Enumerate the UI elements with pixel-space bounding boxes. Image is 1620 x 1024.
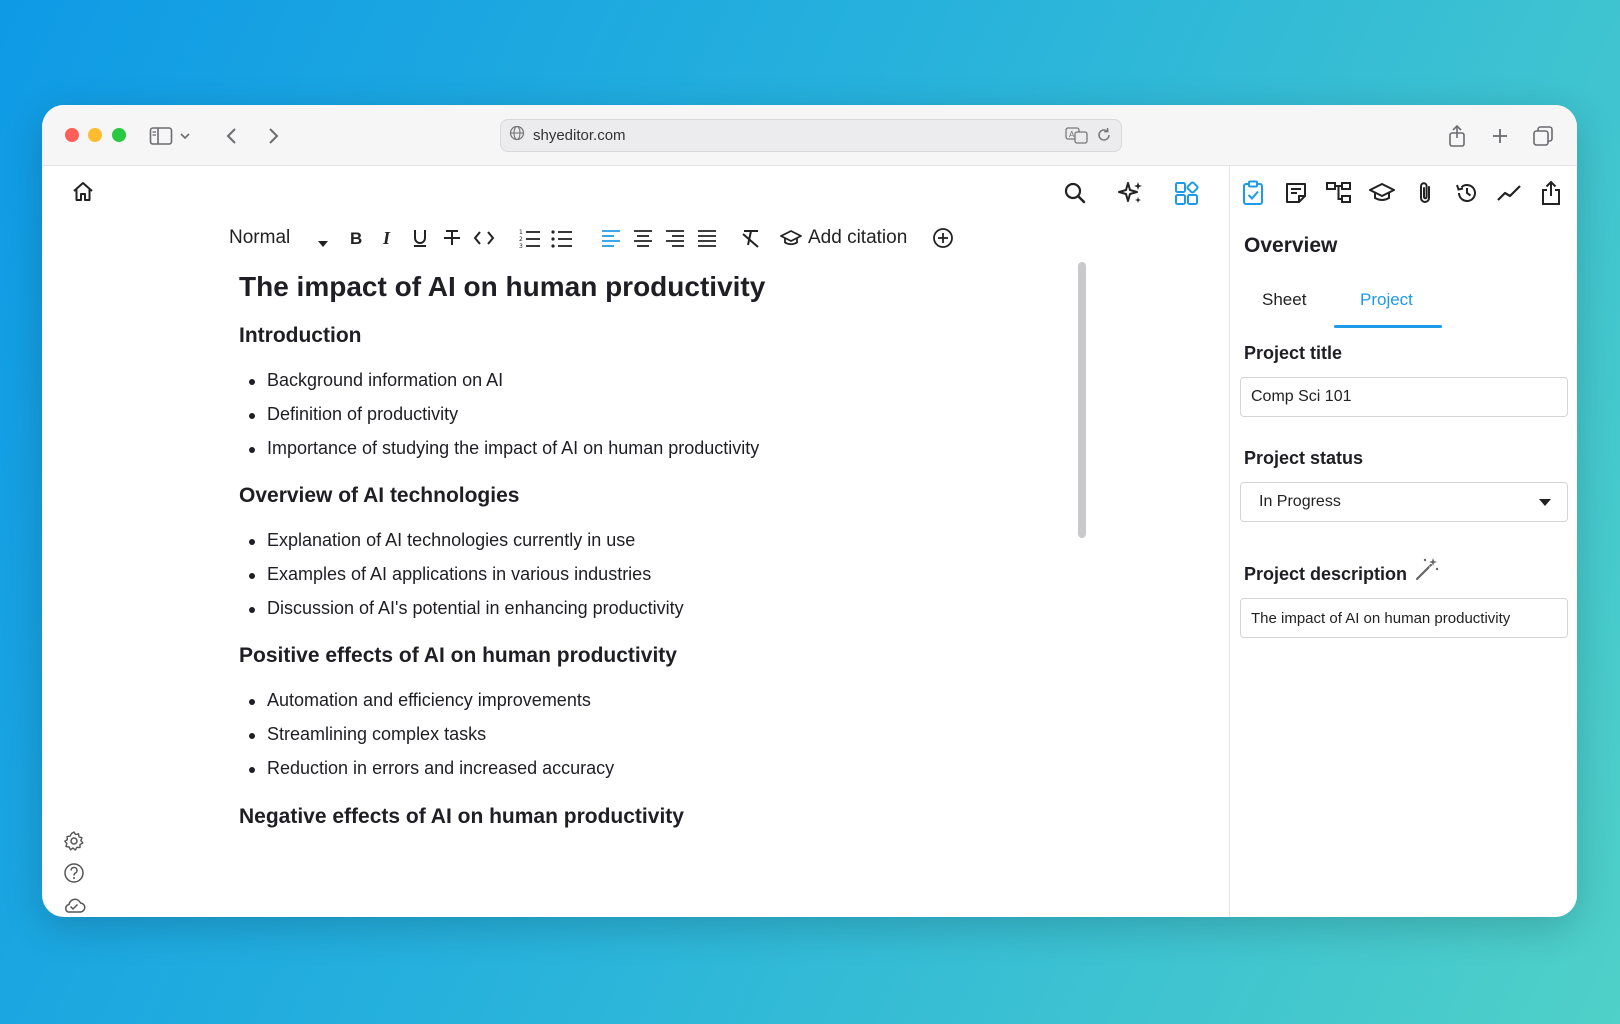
tab-project[interactable]: Project	[1360, 290, 1413, 310]
insert-plus-icon[interactable]	[930, 225, 956, 251]
share-icon[interactable]	[1442, 121, 1472, 151]
tab-sheet[interactable]: Sheet	[1262, 290, 1306, 310]
ai-sparkle-icon[interactable]	[1116, 178, 1146, 208]
cloud-check-icon	[59, 890, 89, 917]
list-item: Background information on AI	[248, 370, 504, 390]
close-window-button[interactable]	[65, 128, 79, 142]
maximize-window-button[interactable]	[112, 128, 126, 142]
sidebar-toggle-icon[interactable]	[146, 121, 176, 151]
underline-button[interactable]	[408, 225, 432, 251]
project-description-input[interactable]: The impact of AI on human productivity	[1240, 598, 1568, 638]
list-item: Discussion of AI's potential in enhancin…	[249, 598, 684, 618]
list-item: Examples of AI applications in various i…	[248, 564, 652, 584]
clipboard-check-icon[interactable]	[1238, 178, 1268, 208]
caret-down-icon	[317, 235, 329, 253]
home-icon[interactable]	[68, 177, 98, 207]
bullet-list-button[interactable]	[549, 225, 575, 251]
svg-text:B: B	[350, 229, 362, 248]
outline-tree-icon[interactable]	[1324, 178, 1354, 208]
widgets-icon[interactable]	[1172, 178, 1202, 208]
caret-down-icon	[1539, 499, 1551, 506]
code-button[interactable]	[471, 225, 497, 251]
active-tab-indicator	[1334, 325, 1442, 328]
project-description-value: The impact of AI on human productivity	[1251, 609, 1511, 627]
project-status-value: In Progress	[1259, 493, 1341, 510]
project-title-label: Project title	[1244, 343, 1343, 363]
url-text: shyeditor.com	[533, 127, 626, 144]
section-heading: Overview of AI technologies	[239, 484, 520, 507]
attachment-paperclip-icon[interactable]	[1410, 178, 1440, 208]
list-item: Explanation of AI technologies currently…	[248, 530, 636, 550]
forward-icon[interactable]	[258, 121, 288, 151]
project-description-label: Project description	[1244, 564, 1408, 584]
svg-text:I: I	[382, 228, 391, 248]
list-item: Streamlining complex tasks	[248, 724, 487, 744]
chevron-down-icon[interactable]	[176, 121, 194, 151]
align-right-button[interactable]	[663, 225, 687, 251]
notes-icon[interactable]	[1281, 178, 1311, 208]
bold-button[interactable]: B	[344, 225, 368, 251]
right-panel: Overview Sheet Project Project title Com…	[1229, 166, 1577, 917]
list-item: Reduction in errors and increased accura…	[248, 758, 615, 778]
analytics-trend-icon[interactable]	[1494, 178, 1524, 208]
list-item: Automation and efficiency improvements	[249, 690, 591, 710]
add-citation-label: Add citation	[808, 227, 908, 248]
project-status-select[interactable]: In Progress	[1240, 482, 1568, 522]
panel-title: Overview	[1244, 234, 1338, 257]
magic-wand-icon[interactable]	[1412, 554, 1442, 584]
globe-icon	[509, 125, 525, 146]
align-justify-button[interactable]	[695, 225, 719, 251]
app-content: Normal B I 123 Add citation The impact o…	[42, 166, 1577, 917]
clear-formatting-button[interactable]	[738, 225, 764, 251]
new-tab-icon[interactable]	[1485, 121, 1515, 151]
settings-gear-icon[interactable]	[59, 826, 89, 856]
help-icon[interactable]	[59, 858, 89, 888]
add-citation-button[interactable]: Add citation	[780, 225, 910, 251]
translate-icon[interactable]: A	[1065, 126, 1089, 149]
export-icon[interactable]	[1536, 178, 1566, 208]
ordered-list-button[interactable]: 123	[517, 225, 543, 251]
project-status-label: Project status	[1244, 448, 1364, 468]
section-heading: Positive effects of AI on human producti…	[239, 644, 677, 667]
italic-button[interactable]: I	[376, 225, 400, 251]
strikethrough-button[interactable]	[440, 225, 464, 251]
back-icon[interactable]	[217, 121, 247, 151]
document-scrollbar[interactable]	[1078, 262, 1086, 538]
document-title: The impact of AI on human productivity	[239, 271, 766, 302]
browser-window: shyeditor.com A Normal B I 1 2 3 Add cit…	[42, 105, 1577, 917]
tab-overview-icon[interactable]	[1528, 121, 1558, 151]
svg-text:2: 2	[519, 236, 523, 243]
list-item: Definition of productivity	[248, 404, 459, 424]
style-select[interactable]: Normal	[229, 225, 329, 251]
svg-text:1: 1	[519, 229, 523, 236]
list-item: Importance of studying the impact of AI …	[248, 438, 760, 458]
svg-text:3: 3	[519, 243, 523, 248]
style-select-value: Normal	[229, 227, 291, 248]
formatting-toolbar: Normal B I 123 Add citation	[227, 221, 1027, 255]
minimize-window-button[interactable]	[88, 128, 102, 142]
address-bar[interactable]: shyeditor.com A	[500, 119, 1122, 152]
history-icon[interactable]	[1452, 178, 1482, 208]
align-center-button[interactable]	[631, 225, 655, 251]
section-heading: Negative effects of AI on human producti…	[239, 805, 684, 828]
graduation-cap-icon[interactable]	[1367, 178, 1397, 208]
section-heading: Introduction	[239, 324, 362, 347]
project-title-input[interactable]: Comp Sci 101	[1240, 377, 1568, 417]
align-left-button[interactable]	[599, 225, 623, 251]
search-icon[interactable]	[1060, 178, 1090, 208]
graduation-cap-icon	[780, 229, 802, 247]
browser-titlebar: shyeditor.com A	[42, 105, 1577, 166]
svg-text:A: A	[1069, 130, 1075, 139]
project-title-value: Comp Sci 101	[1251, 388, 1352, 405]
reload-icon[interactable]	[1095, 126, 1113, 149]
